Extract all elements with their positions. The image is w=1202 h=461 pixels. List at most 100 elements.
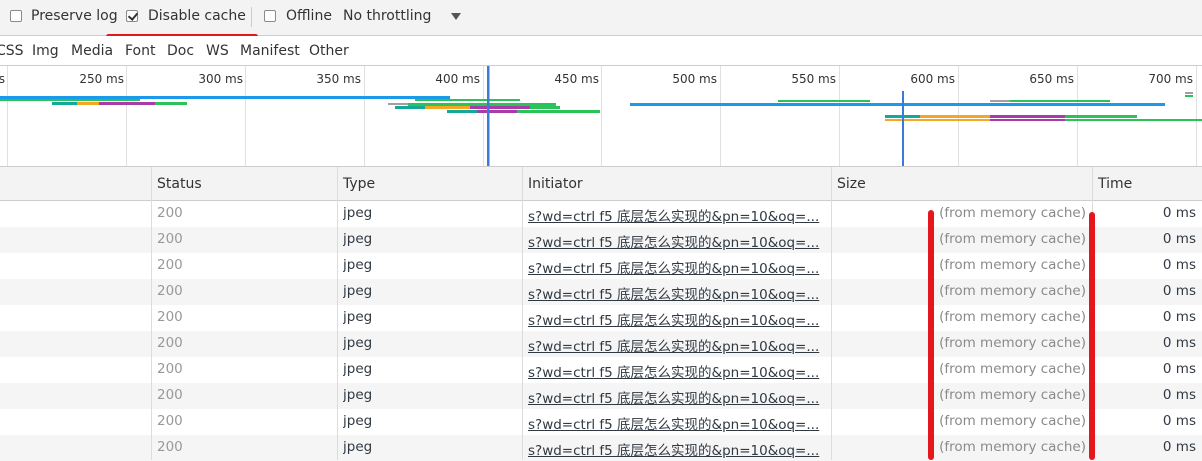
time-cell: 0 ms [1162,283,1196,299]
initiator-link[interactable]: s?wd=ctrl f5 底层怎么实现的&pn=10&oq=... [528,335,826,355]
size-cell: (from memory cache) [939,387,1086,403]
size-cell: (from memory cache) [939,205,1086,221]
network-toolbar: Preserve log Disable cache Offline No th… [0,0,1202,36]
status-cell: 200 [157,309,183,325]
status-cell: 200 [157,335,183,351]
initiator-link[interactable]: s?wd=ctrl f5 底层怎么实现的&pn=10&oq=... [528,413,826,433]
time-cell: 0 ms [1162,361,1196,377]
type-cell: jpeg [343,439,373,455]
table-row[interactable]: 200 jpeg s?wd=ctrl f5 底层怎么实现的&pn=10&oq=.… [0,435,1202,461]
timeline-overview-graphic: s 250 ms 300 ms 350 ms 400 ms 450 ms 500… [0,66,1202,166]
annotation-right-bracket [1089,212,1095,460]
initiator-link[interactable]: s?wd=ctrl f5 底层怎么实现的&pn=10&oq=... [528,309,826,329]
request-table-body: 200 jpeg s?wd=ctrl f5 底层怎么实现的&pn=10&oq=.… [0,201,1202,461]
throttling-select[interactable]: No throttling [343,8,431,24]
offline-label[interactable]: Offline [286,8,332,24]
table-row[interactable]: 200 jpeg s?wd=ctrl f5 底层怎么实现的&pn=10&oq=.… [0,253,1202,279]
time-cell: 0 ms [1162,205,1196,221]
table-row[interactable]: 200 jpeg s?wd=ctrl f5 底层怎么实现的&pn=10&oq=.… [0,279,1202,305]
initiator-link[interactable]: s?wd=ctrl f5 底层怎么实现的&pn=10&oq=... [528,439,826,459]
time-cell: 0 ms [1162,335,1196,351]
status-cell: 200 [157,361,183,377]
type-cell: jpeg [343,205,373,221]
preserve-log-label[interactable]: Preserve log [31,8,118,24]
table-row[interactable]: 200 jpeg s?wd=ctrl f5 底层怎么实现的&pn=10&oq=.… [0,227,1202,253]
status-cell: 200 [157,257,183,273]
filter-media[interactable]: Media [71,43,113,59]
column-header-size[interactable]: Size [837,176,866,192]
column-divider[interactable] [831,167,832,460]
tick-300: 300 ms [198,72,243,86]
type-cell: jpeg [343,231,373,247]
type-cell: jpeg [343,335,373,351]
time-cell: 0 ms [1162,439,1196,455]
tick-400: 400 ms [435,72,480,86]
initiator-link[interactable]: s?wd=ctrl f5 底层怎么实现的&pn=10&oq=... [528,361,826,381]
initiator-link[interactable]: s?wd=ctrl f5 底层怎么实现的&pn=10&oq=... [528,231,826,251]
size-cell: (from memory cache) [939,309,1086,325]
timeline-overview[interactable]: s 250 ms 300 ms 350 ms 400 ms 450 ms 500… [0,66,1202,167]
initiator-link[interactable]: s?wd=ctrl f5 底层怎么实现的&pn=10&oq=... [528,257,826,277]
annotation-left-bracket [928,210,934,460]
tick-500: 500 ms [672,72,717,86]
column-header-status[interactable]: Status [157,176,202,192]
size-cell: (from memory cache) [939,283,1086,299]
tick-450: 450 ms [554,72,599,86]
tick-250: 250 ms [79,72,124,86]
status-cell: 200 [157,387,183,403]
size-cell: (from memory cache) [939,439,1086,455]
status-cell: 200 [157,205,183,221]
chevron-down-icon[interactable] [451,13,461,20]
type-cell: jpeg [343,257,373,273]
table-row[interactable]: 200 jpeg s?wd=ctrl f5 底层怎么实现的&pn=10&oq=.… [0,357,1202,383]
size-cell: (from memory cache) [939,361,1086,377]
table-row[interactable]: 200 jpeg s?wd=ctrl f5 底层怎么实现的&pn=10&oq=.… [0,331,1202,357]
filter-doc[interactable]: Doc [167,43,194,59]
tick-600: 600 ms [910,72,955,86]
filter-font[interactable]: Font [125,43,155,59]
column-divider[interactable] [151,167,152,460]
table-row[interactable]: 200 jpeg s?wd=ctrl f5 底层怎么实现的&pn=10&oq=.… [0,305,1202,331]
tick-650: 650 ms [1029,72,1074,86]
table-row[interactable]: 200 jpeg s?wd=ctrl f5 底层怎么实现的&pn=10&oq=.… [0,383,1202,409]
load-marker [902,91,904,166]
resource-type-filter-bar: CSS Img Media Font Doc WS Manifest Other [0,36,1202,66]
column-divider[interactable] [522,167,523,460]
initiator-link[interactable]: s?wd=ctrl f5 底层怎么实现的&pn=10&oq=... [528,205,826,225]
filter-manifest[interactable]: Manifest [240,43,300,59]
column-header-time[interactable]: Time [1098,176,1132,192]
filter-ws[interactable]: WS [206,43,229,59]
status-cell: 200 [157,413,183,429]
preserve-log-checkbox[interactable] [10,10,22,22]
table-row[interactable]: 200 jpeg s?wd=ctrl f5 底层怎么实现的&pn=10&oq=.… [0,409,1202,435]
initiator-link[interactable]: s?wd=ctrl f5 底层怎么实现的&pn=10&oq=... [528,283,826,303]
column-header-type[interactable]: Type [343,176,375,192]
column-header-initiator[interactable]: Initiator [528,176,583,192]
filter-css[interactable]: CSS [0,43,24,59]
disable-cache-checkbox[interactable] [126,10,138,22]
type-cell: jpeg [343,283,373,299]
initiator-link[interactable]: s?wd=ctrl f5 底层怎么实现的&pn=10&oq=... [528,387,826,407]
offline-checkbox[interactable] [264,10,276,22]
table-row[interactable]: 200 jpeg s?wd=ctrl f5 底层怎么实现的&pn=10&oq=.… [0,201,1202,227]
tick-350: 350 ms [316,72,361,86]
filter-other[interactable]: Other [309,43,349,59]
type-cell: jpeg [343,387,373,403]
time-cell: 0 ms [1162,231,1196,247]
filter-img[interactable]: Img [32,43,59,59]
disable-cache-label[interactable]: Disable cache [148,8,246,24]
status-cell: 200 [157,283,183,299]
size-cell: (from memory cache) [939,413,1086,429]
size-cell: (from memory cache) [939,335,1086,351]
size-cell: (from memory cache) [939,257,1086,273]
column-divider[interactable] [337,167,338,460]
tick-700: 700 ms [1148,72,1193,86]
status-cell: 200 [157,231,183,247]
time-cell: 0 ms [1162,387,1196,403]
status-cell: 200 [157,439,183,455]
type-cell: jpeg [343,413,373,429]
tick-550: 550 ms [791,72,836,86]
size-cell: (from memory cache) [939,231,1086,247]
time-cell: 0 ms [1162,257,1196,273]
domcontentloaded-marker [487,66,490,166]
